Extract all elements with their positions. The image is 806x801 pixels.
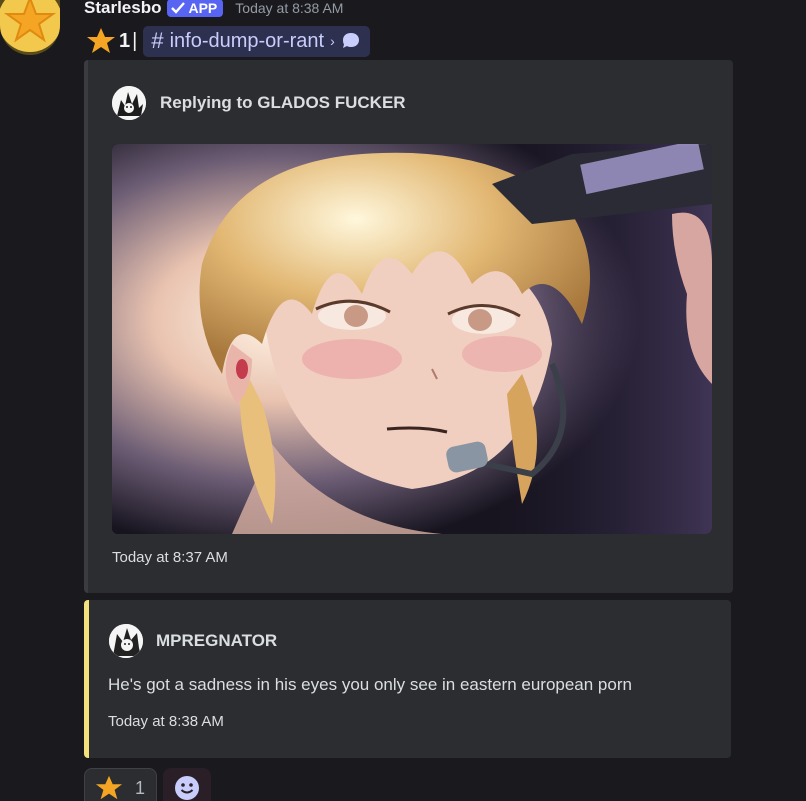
starboard-line: 1 | # info-dump-or-rant › (86, 25, 370, 57)
quote-avatar[interactable] (109, 624, 143, 658)
quote-header: MPREGNATOR (109, 624, 277, 658)
quote-author[interactable]: MPREGNATOR (156, 631, 277, 651)
separator: | (132, 29, 138, 52)
message-root: Starlesbo APP Today at 8:38 AM 1 | # inf… (0, 0, 806, 801)
reaction-count: 1 (135, 777, 146, 798)
author-name[interactable]: Starlesbo (84, 0, 161, 18)
hash-icon: # (151, 28, 164, 53)
quoted-message: MPREGNATOR He's got a sadness in his eye… (84, 600, 731, 758)
reply-avatar[interactable] (112, 86, 146, 120)
app-badge-label: APP (188, 0, 218, 16)
reply-embed: Replying to GLADOS FUCKER Today at 8:37 … (84, 60, 733, 593)
quote-timestamp: Today at 8:38 AM (108, 713, 224, 730)
smiley-icon (175, 776, 199, 800)
embedded-image[interactable] (112, 144, 712, 534)
star-icon (87, 28, 115, 53)
channel-mention[interactable]: # info-dump-or-rant › (143, 25, 370, 57)
reply-header: Replying to GLADOS FUCKER (112, 86, 406, 120)
thread-bubble-icon (342, 33, 359, 48)
author-avatar[interactable] (0, 0, 60, 55)
quote-text: He's got a sadness in his eyes you only … (108, 675, 632, 694)
channel-name: info-dump-or-rant (169, 29, 325, 52)
checkmark-icon (171, 2, 186, 14)
star-count: 1 (119, 29, 131, 52)
message-header: Starlesbo APP Today at 8:38 AM (84, 0, 343, 19)
reply-title[interactable]: Replying to GLADOS FUCKER (160, 93, 406, 113)
star-avatar-icon (0, 0, 60, 52)
add-reaction-button[interactable] (163, 768, 211, 801)
star-icon (95, 775, 123, 800)
manga-avatar-icon (109, 624, 143, 658)
manga-avatar-icon (112, 86, 146, 120)
message-timestamp: Today at 8:38 AM (235, 0, 344, 16)
reply-timestamp: Today at 8:37 AM (112, 549, 228, 566)
anime-illustration (112, 144, 712, 534)
app-badge: APP (167, 0, 224, 17)
reaction-star[interactable]: 1 (84, 768, 157, 801)
chevron-right-icon: › (330, 33, 335, 49)
